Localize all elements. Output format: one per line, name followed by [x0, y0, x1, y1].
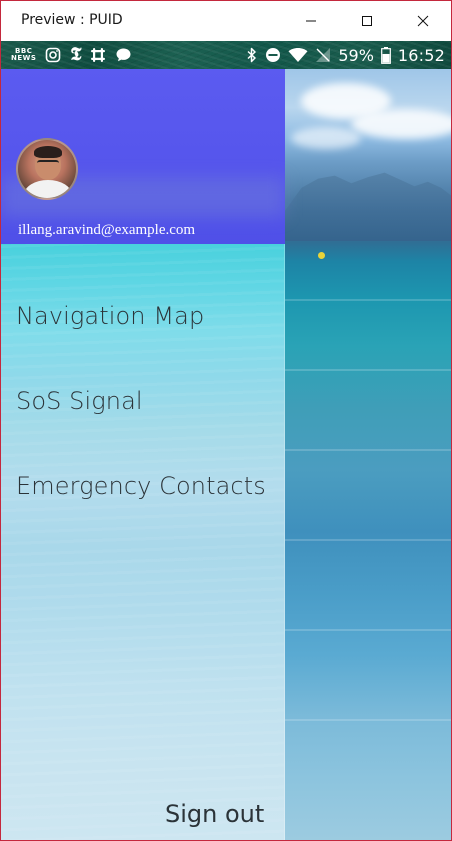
chat-bubble-icon — [115, 47, 132, 63]
clock: 16:52 — [397, 45, 445, 65]
battery-percent: 59% — [338, 45, 374, 65]
wave-line — [285, 539, 451, 541]
title-bar: Preview : PUID — [1, 1, 451, 41]
sign-out-button[interactable]: Sign out — [165, 800, 264, 828]
nav-item-emergency-contacts[interactable]: Emergency Contacts — [16, 472, 266, 500]
status-bar: BBC NEWS 𝕿 59% 16:52 — [1, 41, 451, 69]
maximize-button[interactable] — [339, 1, 395, 41]
wave-line — [285, 629, 451, 631]
nav-item-sos-signal[interactable]: SoS Signal — [16, 387, 143, 415]
close-icon — [417, 15, 429, 27]
avatar-shirt — [24, 180, 72, 198]
minimize-button[interactable] — [283, 1, 339, 41]
slack-icon — [90, 47, 106, 63]
notification-icons: BBC NEWS 𝕿 — [11, 45, 132, 65]
system-icons: 59% 16:52 — [246, 44, 445, 66]
bluetooth-icon — [246, 47, 258, 63]
instagram-icon — [45, 47, 61, 63]
cloud-shape — [291, 127, 361, 149]
maximize-icon — [362, 16, 372, 26]
avatar-glasses — [37, 160, 59, 166]
bbc-news-icon: BBC NEWS — [11, 48, 36, 62]
buoy-shape — [318, 252, 325, 259]
no-sim-icon — [315, 47, 331, 63]
bbc-news-bottom: NEWS — [11, 54, 37, 62]
app-content: illang.aravind@example.com Navigation Ma… — [1, 69, 451, 840]
close-button[interactable] — [395, 1, 451, 41]
app-window: Preview : PUID BBC NEWS 𝕿 59% 16:52 illa… — [0, 0, 452, 841]
do-not-disturb-icon — [265, 47, 281, 63]
wifi-icon — [288, 47, 308, 63]
user-email: illang.aravind@example.com — [18, 222, 196, 238]
nav-item-navigation-map[interactable]: Navigation Map — [16, 302, 204, 330]
wave-line — [285, 299, 451, 301]
navigation-drawer: illang.aravind@example.com Navigation Ma… — [1, 69, 285, 840]
battery-icon — [380, 46, 391, 64]
wave-line — [285, 449, 451, 451]
window-title: Preview : PUID — [21, 12, 123, 28]
cloud-shape — [351, 109, 451, 139]
minimize-icon — [306, 20, 316, 22]
avatar[interactable] — [16, 138, 78, 200]
nyt-icon: 𝕿 — [70, 44, 82, 65]
wave-line — [285, 369, 451, 371]
wave-line — [285, 719, 451, 721]
avatar-hair — [34, 146, 62, 158]
